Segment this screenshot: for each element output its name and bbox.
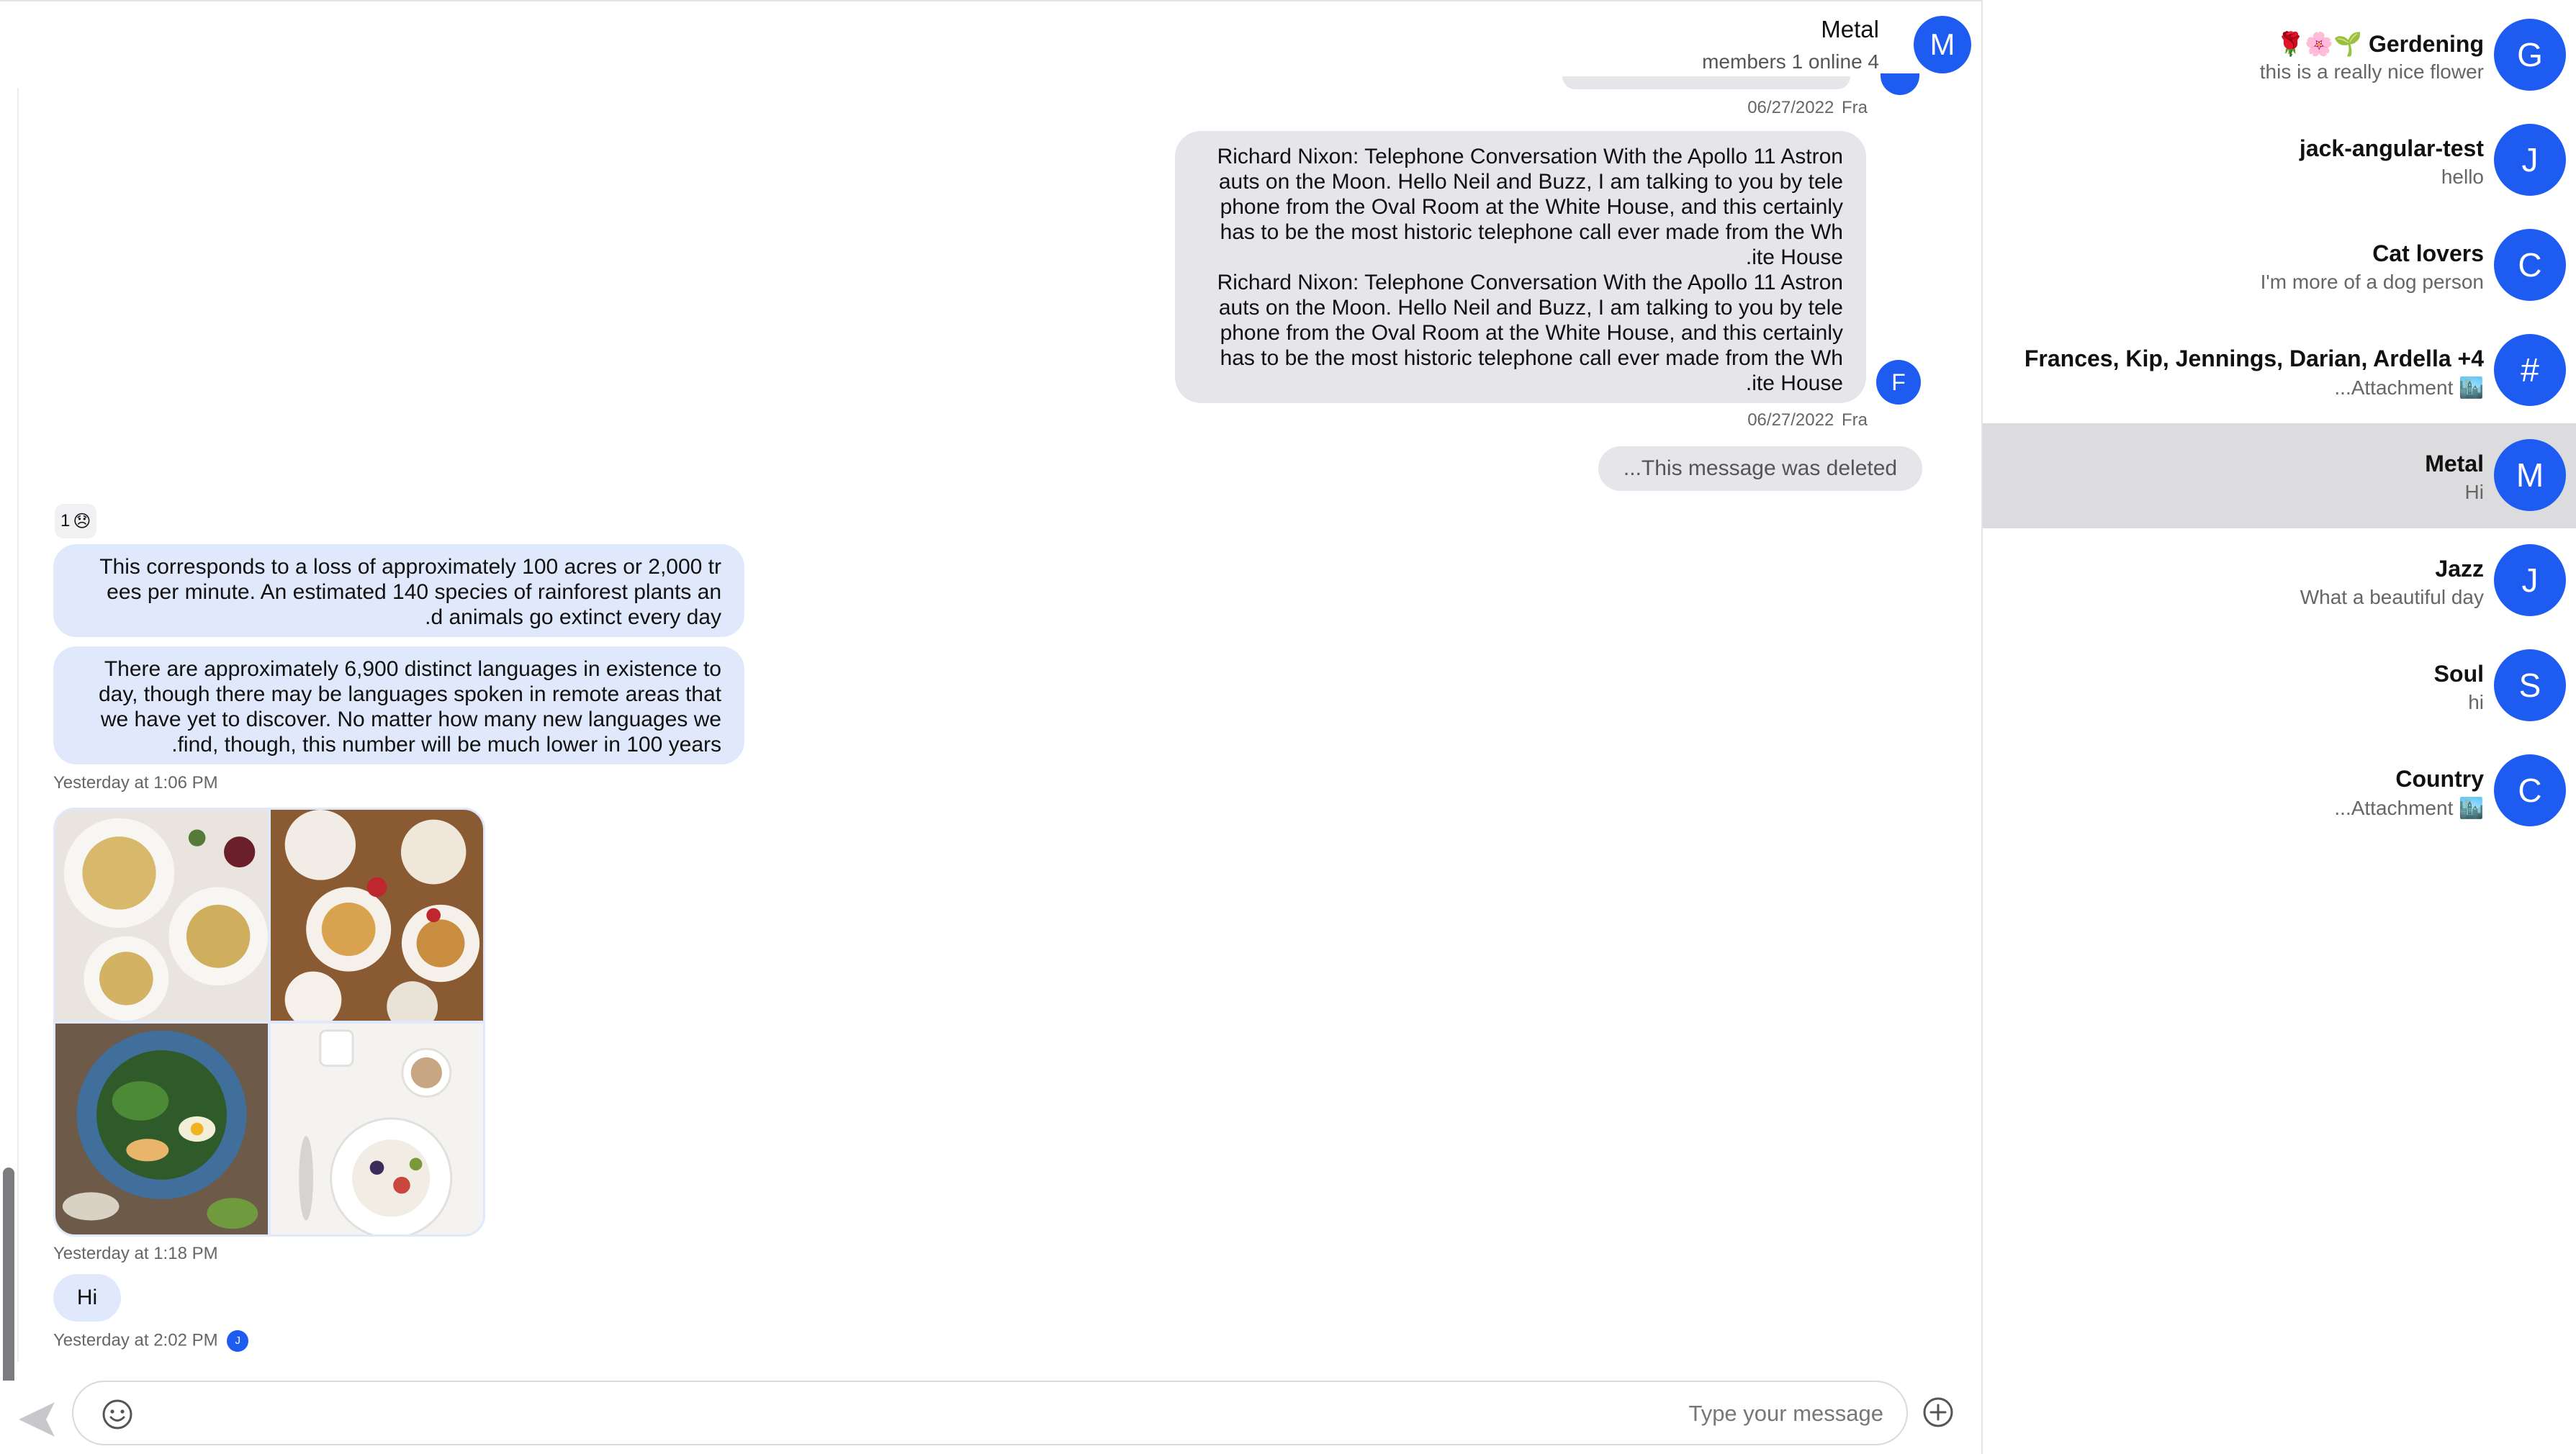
message-line: .d animals go extinct every day <box>425 605 721 629</box>
conversation-avatar: C <box>2494 229 2566 301</box>
conversation-name: Soul <box>2433 661 2484 687</box>
conversation-last-message: ...Attachment 🏙️ <box>2334 797 2484 819</box>
message-bubble-long[interactable]: Richard Nixon: Telephone Conversation Wi… <box>1175 131 1866 403</box>
message-line: ees per minute. An estimated 140 species… <box>107 580 721 604</box>
message-composer <box>0 1381 1981 1454</box>
message-line: This corresponds to a loss of approximat… <box>99 555 721 579</box>
message-bubble-hi[interactable]: Hi <box>53 1274 121 1322</box>
conversation-last-message: Hi <box>2464 481 2484 503</box>
food-photo-salad[interactable] <box>55 1024 268 1234</box>
message-line: phone from the Oval Room at the White Ho… <box>1220 321 1843 345</box>
food-photo-waffles[interactable] <box>271 810 483 1021</box>
image-gallery[interactable] <box>53 808 485 1237</box>
message-line: .find, though, this number will be much … <box>171 733 721 757</box>
message-timestamp: Yesterday at 1:06 PM <box>53 773 218 793</box>
chat-title: Metal <box>1821 16 1879 42</box>
sad-face-emoji-icon: 😞 <box>73 511 91 531</box>
conversation-list: G 🌹🌸🌱 Gerdening this is a really nice flow… <box>1981 0 2576 1454</box>
conversation-item[interactable]: C Cat lovers I'm more of a dog person <box>1983 213 2576 318</box>
conversation-item[interactable]: M Metal Hi <box>1983 423 2576 528</box>
previous-message-bubble <box>1562 76 1850 89</box>
chat-panel: Metal members 1 online 4 M 06/27/2022 Fr… <box>0 0 1981 1454</box>
conversation-item[interactable]: C Country ...Attachment 🏙️ <box>1983 739 2576 844</box>
conversation-avatar: G <box>2494 19 2566 91</box>
message-bubble-rainforest[interactable]: This corresponds to a loss of approximat… <box>53 544 744 637</box>
conversation-last-message: this is a really nice flower <box>2259 60 2484 83</box>
message-timestamp-with-receipt: Yesterday at 2:02 PM J <box>53 1330 249 1352</box>
conversation-name: jack-angular-test <box>2299 135 2484 161</box>
message-timestamp: 06/27/2022 Fra <box>1747 98 1868 117</box>
conversation-avatar: # <box>2494 334 2566 406</box>
sender-avatar[interactable]: F <box>1876 360 1921 405</box>
reaction-badge[interactable]: 1 😞 <box>55 504 97 538</box>
message-line: Richard Nixon: Telephone Conversation Wi… <box>1217 271 1843 294</box>
message-line: has to be the most historic telephone ca… <box>1220 220 1843 244</box>
emoji-icon[interactable] <box>101 1398 134 1431</box>
conversation-item[interactable]: G 🌹🌸🌱 Gerdening this is a really nice flow… <box>1983 3 2576 108</box>
chat-avatar[interactable]: M <box>1914 16 1971 73</box>
conversation-name: Jazz <box>2435 556 2484 582</box>
conversation-item[interactable]: J Jazz What a beautiful day <box>1983 528 2576 633</box>
conversation-last-message: What a beautiful day <box>2300 586 2484 608</box>
message-scrollbar[interactable] <box>0 88 19 1441</box>
conversation-item[interactable]: Jjack-angular-test hello <box>1983 108 2576 213</box>
conversation-last-message: hello <box>2441 166 2484 188</box>
conversation-last-message: ...Attachment 🏙️ <box>2334 376 2484 399</box>
message-line: .ite House <box>1745 371 1843 395</box>
conversation-name: Frances, Kip, Jennings, Darian, Ardella … <box>2024 346 2484 371</box>
chat-header: Metal members 1 online 4 M <box>1117 1 1981 86</box>
conversation-avatar: J <box>2494 544 2566 616</box>
message-line: day, though there may be languages spoke… <box>98 682 721 706</box>
chat-member-status: members 1 online 4 <box>1702 50 1879 73</box>
message-line: auts on the Moon. Hello Neil and Buzz, I… <box>1218 170 1843 194</box>
add-attachment-icon[interactable] <box>1921 1395 1955 1430</box>
message-bubble-languages[interactable]: There are approximately 6,900 distinct l… <box>53 646 744 764</box>
conversation-last-message: hi <box>2468 691 2484 713</box>
message-line: we have yet to discover. No matter how m… <box>100 708 721 731</box>
previous-message-avatar <box>1881 73 1919 95</box>
message-line: .ite House <box>1745 245 1843 269</box>
message-line: Richard Nixon: Telephone Conversation Wi… <box>1217 145 1843 168</box>
conversation-avatar: C <box>2494 754 2566 826</box>
message-input-box[interactable] <box>72 1381 1908 1445</box>
message-timestamp: Yesterday at 1:18 PM <box>53 1244 218 1263</box>
message-timestamp: 06/27/2022 Fra <box>1747 410 1868 430</box>
message-input[interactable] <box>153 1392 1883 1435</box>
conversation-avatar: M <box>2494 439 2566 511</box>
conversation-avatar: S <box>2494 649 2566 721</box>
message-line: phone from the Oval Room at the White Ho… <box>1220 195 1843 219</box>
conversation-name: 🌹🌸🌱 Gerdening <box>2276 31 2484 57</box>
conversation-item[interactable]: # Frances, Kip, Jennings, Darian, Ardella… <box>1983 318 2576 423</box>
message-line: There are approximately 6,900 distinct l… <box>104 657 721 681</box>
conversation-avatar: J <box>2494 124 2566 196</box>
read-receipt-avatar: J <box>227 1330 249 1352</box>
conversation-name: Cat lovers <box>2372 240 2484 266</box>
message-line: has to be the most historic telephone ca… <box>1220 346 1843 370</box>
food-photo-breakfast[interactable] <box>271 1024 483 1234</box>
conversation-name: Country <box>2395 766 2484 792</box>
conversation-name: Metal <box>2425 451 2484 477</box>
deleted-message: ...This message was deleted <box>1598 446 1922 491</box>
food-photo-pasta[interactable] <box>55 810 268 1021</box>
conversation-last-message: I'm more of a dog person <box>2260 271 2484 293</box>
conversation-item[interactable]: S Soul hi <box>1983 633 2576 739</box>
send-icon[interactable] <box>14 1398 58 1441</box>
message-line: auts on the Moon. Hello Neil and Buzz, I… <box>1218 296 1843 320</box>
